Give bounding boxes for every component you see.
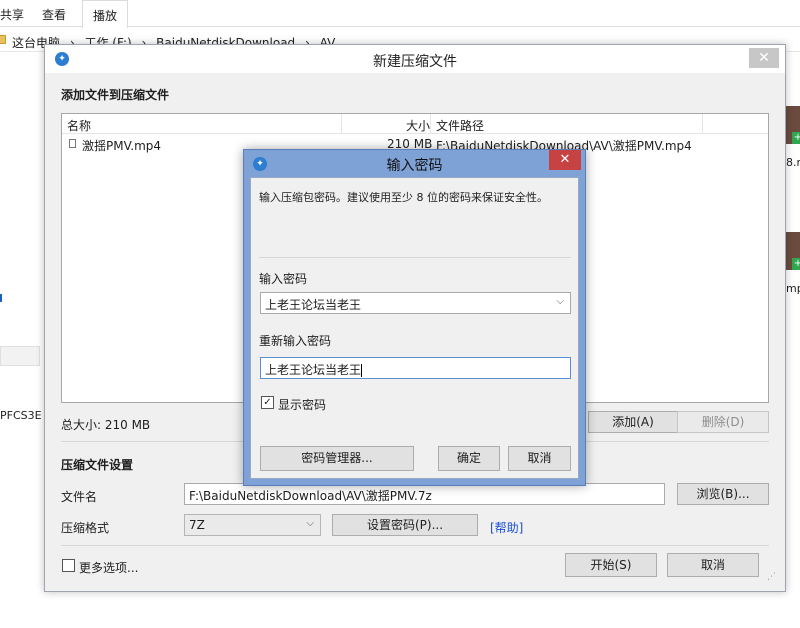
add-button[interactable]: 添加(A) xyxy=(588,411,678,433)
format-label: 压缩格式 xyxy=(61,521,110,535)
thumbnail-label: mp4 xyxy=(786,282,800,295)
ribbon-tab-share[interactable]: 共享 xyxy=(0,6,24,23)
checkmark-icon: ✓ xyxy=(263,397,272,408)
file-icon xyxy=(69,139,76,148)
divider xyxy=(259,257,571,258)
confirm-password-label: 重新输入密码 xyxy=(259,334,332,348)
format-value: 7Z xyxy=(189,518,205,532)
video-thumbnail[interactable]: + xyxy=(784,232,800,270)
column-name[interactable]: 名称 xyxy=(67,117,91,134)
password-dialog: ✦ 输入密码 ✕ 输入压缩包密码。建议使用至少 8 位的密码来保证安全性。 输入… xyxy=(243,149,586,486)
close-icon: ✕ xyxy=(559,152,571,167)
confirm-password-value: 上老王论坛当老王 xyxy=(265,363,362,377)
ribbon-tab-view[interactable]: 查看 xyxy=(42,6,66,23)
divider xyxy=(61,545,769,546)
start-button[interactable]: 开始(S) xyxy=(565,553,657,577)
delete-button[interactable]: 删除(D) xyxy=(677,411,769,433)
dialog-titlebar[interactable]: ✦ 新建压缩文件 ✕ xyxy=(45,45,785,73)
filename-label: 文件名 xyxy=(61,490,98,504)
plus-icon: + xyxy=(792,132,800,144)
video-thumbnail[interactable]: + xyxy=(784,106,800,144)
explorer-ribbon: 共享 查看 播放 xyxy=(0,0,800,28)
confirm-password-input[interactable]: 上老王论坛当老王 xyxy=(260,357,571,379)
close-button[interactable]: ✕ xyxy=(749,48,779,68)
ok-button[interactable]: 确定 xyxy=(438,446,500,471)
password-dialog-body: 输入压缩包密码。建议使用至少 8 位的密码来保证安全性。 输入密码 上老王论坛当… xyxy=(250,177,579,479)
text-cursor xyxy=(361,364,363,377)
chevron-down-icon[interactable]: ⌵ xyxy=(556,296,564,307)
folder-icon xyxy=(0,35,6,44)
dialog-title: 新建压缩文件 xyxy=(373,54,457,70)
more-options-checkbox[interactable] xyxy=(62,559,75,572)
file-name: 激揺PMV.mp4 xyxy=(82,139,162,153)
cancel-button[interactable]: 取消 xyxy=(667,553,759,577)
ribbon-tab-play[interactable]: 播放 xyxy=(82,0,129,28)
column-size[interactable]: 大小 xyxy=(406,117,430,134)
password-manager-button[interactable]: 密码管理器... xyxy=(260,446,414,471)
format-select[interactable]: 7Z ⌵ xyxy=(184,514,321,536)
explorer-side-text: PFCS3E xyxy=(0,409,42,422)
show-password-checkbox[interactable]: ✓ xyxy=(261,396,274,409)
password-value: 上老王论坛当老王 xyxy=(265,298,362,312)
resize-grip[interactable]: ⋰ xyxy=(767,572,776,582)
add-files-heading: 添加文件到压缩文件 xyxy=(61,88,170,102)
password-instruction: 输入压缩包密码。建议使用至少 8 位的密码来保证安全性。 xyxy=(259,191,548,204)
close-button[interactable]: ✕ xyxy=(549,150,581,170)
chevron-down-icon: ⌵ xyxy=(306,518,314,529)
browse-button[interactable]: 浏览(B)... xyxy=(677,483,769,505)
help-link[interactable]: [帮助] xyxy=(490,519,523,536)
plus-icon: + xyxy=(792,258,800,270)
archive-settings-heading: 压缩文件设置 xyxy=(61,458,134,472)
password-label: 输入密码 xyxy=(259,272,308,286)
total-size: 总大小: 210 MB xyxy=(61,418,151,432)
password-input[interactable]: 上老王论坛当老王 ⌵ xyxy=(260,292,571,314)
filename-input[interactable]: F:\BaiduNetdiskDownload\AV\激揺PMV.7z xyxy=(184,483,665,505)
cancel-button[interactable]: 取消 xyxy=(508,446,571,471)
thumbnail-label: 8.m xyxy=(786,156,800,169)
password-dialog-title: 输入密码 xyxy=(386,158,443,174)
show-password-label[interactable]: 显示密码 xyxy=(278,396,326,413)
column-path[interactable]: 文件路径 xyxy=(436,117,484,134)
file-list-header: 名称 大小 文件路径 xyxy=(62,114,768,134)
set-password-button[interactable]: 设置密码(P)... xyxy=(332,514,478,536)
explorer-search-box[interactable] xyxy=(0,346,40,366)
more-options-label[interactable]: 更多选项... xyxy=(79,559,138,576)
nav-marker xyxy=(0,294,2,302)
close-icon: ✕ xyxy=(758,50,770,66)
